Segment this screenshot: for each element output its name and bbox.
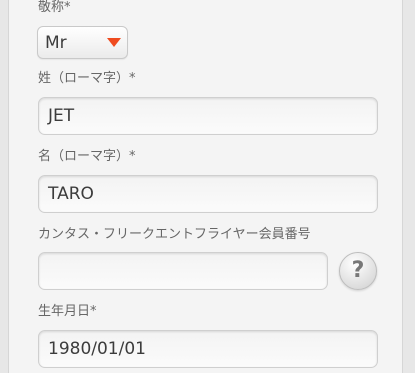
title-label: 敬称* [38,0,71,15]
birth-date-label: 生年月日* [38,304,97,319]
qantas-number-label: カンタス・フリークエントフライヤー会員番号 [38,227,311,242]
last-name-input[interactable]: JET [38,97,378,135]
last-name-label: 姓（ローマ字）* [38,71,136,86]
birth-date-input[interactable]: 1980/01/01 [38,330,378,368]
help-button[interactable]: ? [339,252,377,290]
question-mark-icon: ? [351,258,365,283]
first-name-input[interactable]: TARO [38,175,378,213]
page: 敬称* Mr 姓（ローマ字）* JET 名（ローマ字）* TARO カンタス・フ… [0,0,415,373]
chevron-down-icon [107,38,121,47]
title-select[interactable]: Mr [37,26,128,59]
qantas-number-input[interactable] [38,252,328,290]
title-select-value: Mr [45,33,67,53]
first-name-label: 名（ローマ字）* [38,149,136,164]
